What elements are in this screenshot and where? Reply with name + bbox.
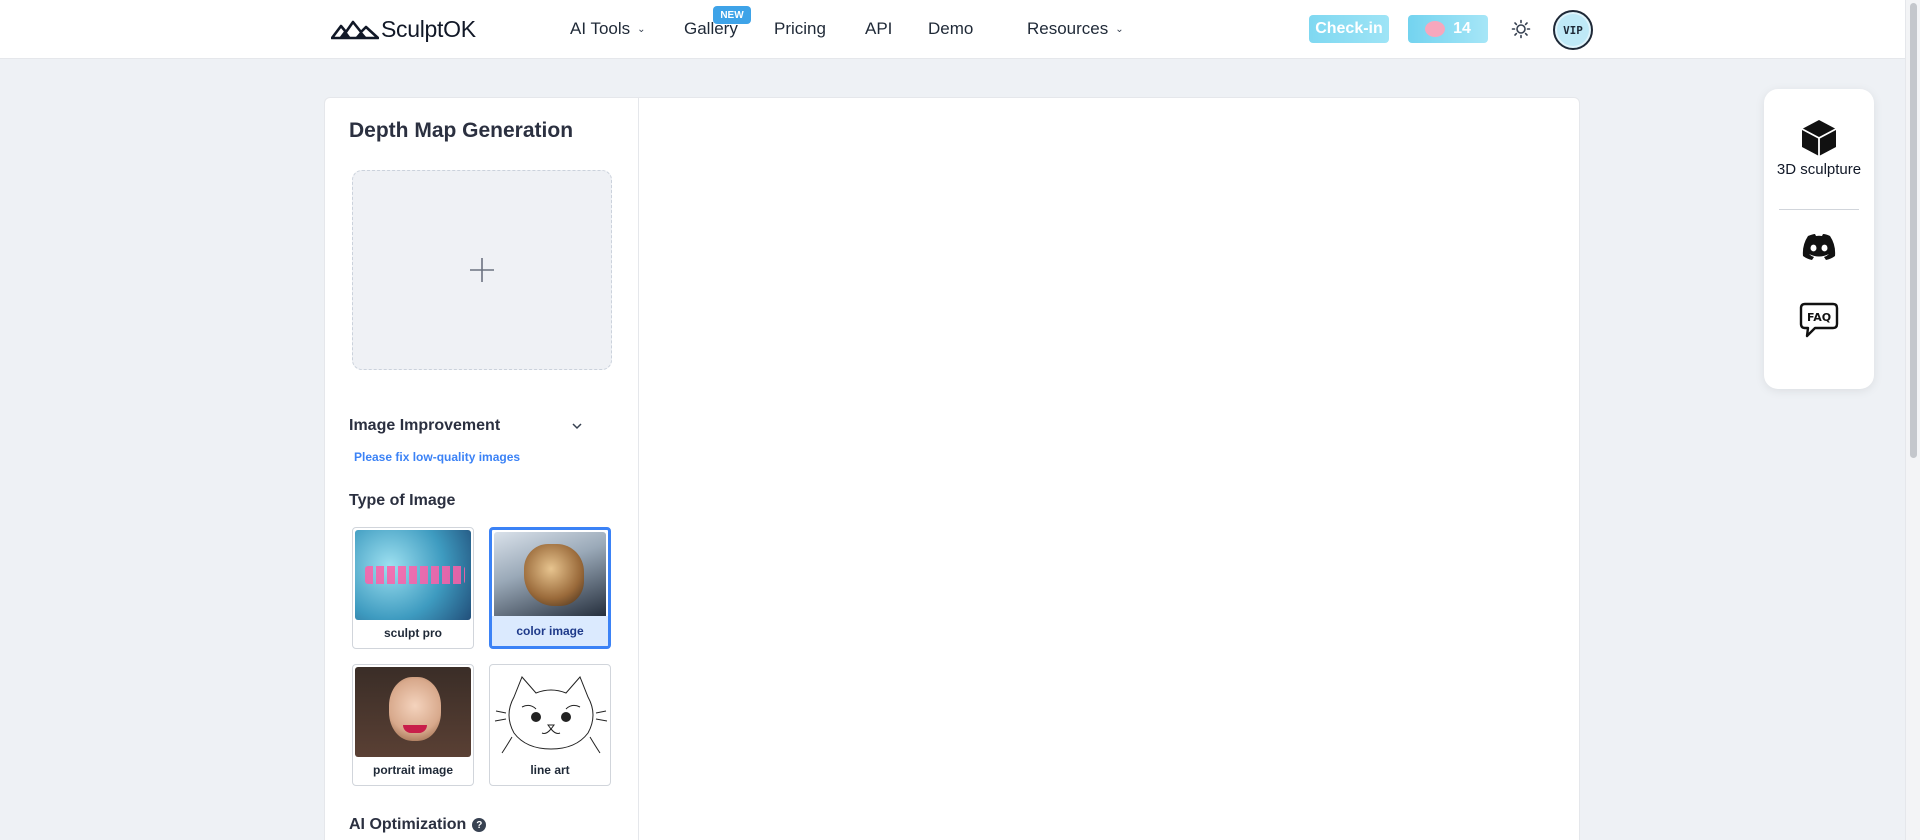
preview-area bbox=[640, 98, 1579, 840]
nav-ai-tools[interactable]: AI Tools ⌄ bbox=[570, 19, 646, 39]
vip-avatar[interactable]: VIP bbox=[1553, 10, 1593, 50]
piggy-bank-icon bbox=[1425, 21, 1446, 37]
side-divider bbox=[1779, 209, 1859, 210]
line-art-thumbnail bbox=[492, 667, 608, 757]
image-upload-area[interactable] bbox=[352, 170, 612, 370]
page-title: Depth Map Generation bbox=[349, 119, 574, 142]
settings-panel: Depth Map Generation Image Improvement P… bbox=[325, 98, 639, 840]
cube-icon bbox=[1801, 120, 1837, 156]
credits-count: 14 bbox=[1453, 20, 1471, 37]
type-card-label: portrait image bbox=[372, 763, 453, 777]
nav-pricing-label: Pricing bbox=[774, 19, 826, 38]
vip-label: VIP bbox=[1563, 23, 1583, 37]
scrollbar-thumb[interactable] bbox=[1910, 3, 1917, 458]
type-card-label: color image bbox=[492, 616, 608, 646]
cat-sketch-icon bbox=[494, 676, 608, 754]
image-improvement-hint[interactable]: Please fix low-quality images bbox=[354, 450, 520, 464]
sculpture-label: 3D sculpture bbox=[1776, 161, 1862, 178]
nav-demo[interactable]: Demo bbox=[928, 19, 973, 39]
top-header: SculptOK AI Tools ⌄ Gallery NEW Pricing … bbox=[0, 0, 1905, 59]
faq-icon[interactable]: FAQ bbox=[1799, 302, 1839, 338]
sculpture-link[interactable]: 3D sculpture bbox=[1764, 89, 1874, 199]
new-badge: NEW bbox=[713, 6, 751, 24]
discord-icon[interactable] bbox=[1801, 233, 1837, 261]
theme-toggle-sun-icon[interactable] bbox=[1511, 19, 1531, 39]
chevron-down-icon[interactable] bbox=[570, 419, 584, 433]
ai-optimization-section: AI Optimization ? bbox=[349, 816, 487, 834]
logo-mountain-icon bbox=[331, 20, 379, 40]
logo-text: SculptOK bbox=[381, 15, 476, 42]
type-card-label: line art bbox=[530, 763, 570, 777]
ai-optimization-label: AI Optimization bbox=[349, 816, 467, 833]
help-icon[interactable]: ? bbox=[472, 818, 487, 832]
image-improvement-label: Image Improvement bbox=[349, 417, 501, 434]
nav-api-label: API bbox=[865, 19, 893, 38]
nav-demo-label: Demo bbox=[928, 19, 974, 38]
type-card-color-image[interactable]: color image bbox=[489, 527, 611, 649]
type-card-portrait-image[interactable]: portrait image bbox=[352, 664, 474, 786]
sculpt-pro-thumbnail bbox=[355, 530, 471, 620]
credits-button[interactable]: 14 bbox=[1408, 15, 1488, 43]
chevron-down-icon: ⌄ bbox=[637, 23, 646, 35]
nav-api[interactable]: API bbox=[865, 19, 892, 39]
logo[interactable]: SculptOK bbox=[331, 14, 476, 44]
portrait-image-thumbnail bbox=[355, 667, 471, 757]
side-toolbar: 3D sculpture FAQ bbox=[1764, 89, 1874, 389]
nav-ai-tools-label: AI Tools bbox=[570, 19, 631, 38]
nav-resources[interactable]: Resources ⌄ bbox=[1027, 19, 1124, 39]
type-of-image-label: Type of Image bbox=[349, 492, 456, 509]
nav-resources-label: Resources bbox=[1027, 19, 1109, 38]
check-in-button[interactable]: Check-in bbox=[1309, 15, 1389, 43]
main-card: Depth Map Generation Image Improvement P… bbox=[324, 97, 1580, 840]
svg-text:FAQ: FAQ bbox=[1807, 311, 1831, 324]
type-card-sculpt-pro[interactable]: sculpt pro bbox=[352, 527, 474, 649]
plus-icon bbox=[470, 258, 494, 282]
chevron-down-icon: ⌄ bbox=[1115, 23, 1124, 35]
type-card-line-art[interactable]: line art bbox=[489, 664, 611, 786]
color-image-thumbnail bbox=[494, 532, 606, 622]
type-card-label: sculpt pro bbox=[383, 626, 442, 640]
nav-pricing[interactable]: Pricing bbox=[774, 19, 826, 39]
page-scrollbar[interactable] bbox=[1905, 0, 1920, 840]
